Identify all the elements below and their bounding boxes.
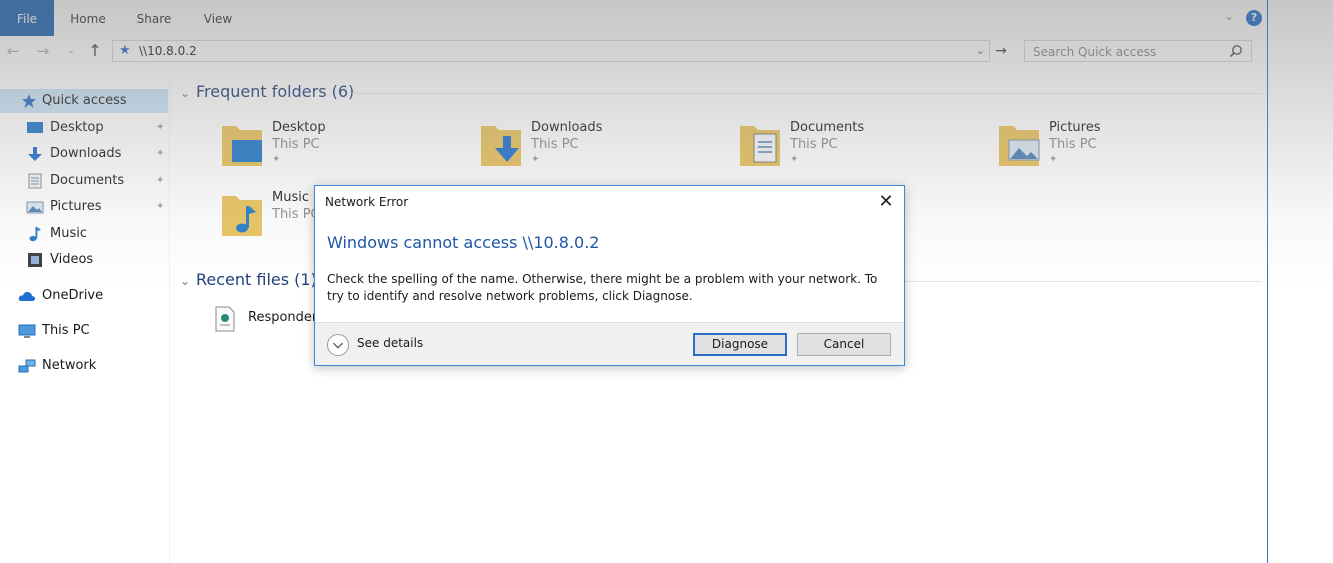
folder-documents[interactable]: Documents This PC ✦ bbox=[738, 120, 968, 180]
cloud-icon bbox=[18, 291, 36, 301]
document-icon bbox=[28, 173, 42, 189]
tab-file[interactable]: File bbox=[0, 0, 54, 36]
navigation-pane: Quick access Desktop ✦ Downloads ✦ Docum… bbox=[0, 80, 170, 563]
search-input[interactable] bbox=[1033, 44, 1223, 59]
sidebar-item-label: OneDrive bbox=[42, 288, 104, 303]
network-error-dialog: Network Error ✕ Windows cannot access \\… bbox=[314, 185, 905, 366]
folder-location: This PC bbox=[272, 207, 320, 222]
chevron-down-icon[interactable] bbox=[327, 334, 349, 356]
sidebar-item-music[interactable]: Music bbox=[26, 222, 168, 246]
recent-files-header[interactable]: ⌄ Recent files (1) bbox=[180, 270, 317, 294]
desktop-icon bbox=[27, 122, 43, 133]
pin-icon: ✦ bbox=[1049, 154, 1058, 165]
dialog-heading: Windows cannot access \\10.8.0.2 bbox=[327, 233, 600, 252]
folder-location: This PC bbox=[790, 137, 838, 152]
section-title: Frequent folders (6) bbox=[196, 82, 355, 101]
collapse-chevron-icon[interactable]: ⌄ bbox=[180, 86, 196, 100]
folder-desktop-icon bbox=[222, 126, 262, 166]
folder-location: This PC bbox=[1049, 137, 1097, 152]
folder-name: Downloads bbox=[531, 120, 603, 135]
up-arrow-icon[interactable]: ↑ bbox=[86, 42, 104, 60]
cancel-button[interactable]: Cancel bbox=[797, 333, 891, 356]
back-arrow-icon[interactable]: ← bbox=[4, 42, 22, 60]
folder-location: This PC bbox=[272, 137, 320, 152]
go-arrow-icon[interactable]: → bbox=[992, 40, 1010, 62]
folder-pictures-icon bbox=[999, 126, 1040, 166]
search-icon[interactable] bbox=[1229, 44, 1243, 58]
video-icon bbox=[28, 253, 42, 267]
pin-icon[interactable]: ✦ bbox=[156, 169, 164, 193]
sidebar-item-this-pc[interactable]: This PC bbox=[18, 319, 168, 343]
tab-home[interactable]: Home bbox=[62, 0, 114, 36]
expand-ribbon-icon[interactable]: ⌄ bbox=[1222, 10, 1236, 24]
sidebar-item-label: Documents bbox=[50, 173, 125, 188]
collapse-chevron-icon[interactable]: ⌄ bbox=[180, 274, 196, 288]
download-icon bbox=[28, 147, 42, 161]
sidebar-item-label: Quick access bbox=[42, 93, 127, 108]
sidebar-item-quick-access[interactable]: Quick access bbox=[0, 89, 168, 113]
sidebar-item-label: Desktop bbox=[50, 120, 104, 135]
dialog-footer: See details Diagnose Cancel bbox=[315, 322, 904, 365]
sidebar-item-downloads[interactable]: Downloads ✦ bbox=[26, 142, 168, 166]
folder-pictures[interactable]: Pictures This PC ✦ bbox=[997, 120, 1227, 180]
star-pin-icon bbox=[22, 94, 36, 108]
sidebar-item-label: Videos bbox=[50, 252, 94, 267]
dialog-message: Check the spelling of the name. Otherwis… bbox=[327, 272, 878, 303]
search-box[interactable] bbox=[1024, 40, 1252, 62]
address-path: \\10.8.0.2 bbox=[139, 44, 197, 58]
section-title: Recent files (1) bbox=[196, 270, 317, 289]
sidebar-item-onedrive[interactable]: OneDrive bbox=[18, 284, 168, 308]
music-icon bbox=[29, 227, 41, 242]
network-icon bbox=[18, 359, 36, 373]
pictures-icon bbox=[26, 201, 44, 214]
sidebar-item-label: Network bbox=[42, 358, 97, 373]
address-bar-row: ← → ⌄ ↑ ★ \\10.8.0.2 ⌄ → bbox=[0, 36, 1267, 66]
tab-view[interactable]: View bbox=[192, 0, 244, 36]
frequent-folders-header[interactable]: ⌄ Frequent folders (6) bbox=[180, 82, 354, 106]
sidebar-item-pictures[interactable]: Pictures ✦ bbox=[26, 195, 168, 219]
dialog-title: Network Error bbox=[325, 195, 409, 209]
folder-music-icon bbox=[222, 196, 262, 236]
close-icon[interactable]: ✕ bbox=[875, 192, 897, 214]
folder-documents-icon bbox=[740, 126, 780, 166]
sidebar-item-videos[interactable]: Videos bbox=[26, 248, 168, 272]
folder-name: Desktop bbox=[272, 120, 326, 135]
sidebar-item-network[interactable]: Network bbox=[18, 354, 168, 378]
address-dropdown-icon[interactable]: ⌄ bbox=[976, 43, 985, 59]
folder-name: Documents bbox=[790, 120, 865, 135]
pin-icon[interactable]: ✦ bbox=[156, 195, 164, 219]
folder-name: Music bbox=[272, 190, 309, 205]
file-icon bbox=[215, 306, 235, 332]
recent-locations-chevron-icon[interactable]: ⌄ bbox=[62, 42, 80, 60]
folder-name: Pictures bbox=[1049, 120, 1101, 135]
pin-icon: ✦ bbox=[272, 154, 281, 165]
file-name: Responder bbox=[248, 310, 318, 325]
address-input[interactable]: ★ \\10.8.0.2 ⌄ bbox=[112, 40, 990, 62]
help-icon[interactable]: ? bbox=[1246, 10, 1262, 26]
pin-icon: ✦ bbox=[531, 154, 540, 165]
folder-downloads[interactable]: Downloads This PC ✦ bbox=[479, 120, 709, 180]
sidebar-item-desktop[interactable]: Desktop ✦ bbox=[26, 116, 168, 140]
quick-access-star-icon: ★ bbox=[119, 43, 131, 58]
pin-icon[interactable]: ✦ bbox=[156, 142, 164, 166]
pin-icon[interactable]: ✦ bbox=[156, 116, 164, 140]
folder-location: This PC bbox=[531, 137, 579, 152]
folder-downloads-icon bbox=[481, 126, 521, 166]
pin-icon: ✦ bbox=[790, 154, 799, 165]
sidebar-item-label: This PC bbox=[42, 323, 90, 338]
sidebar-item-label: Downloads bbox=[50, 146, 122, 161]
sidebar-item-label: Pictures bbox=[50, 199, 102, 214]
see-details-link[interactable]: See details bbox=[357, 336, 423, 350]
forward-arrow-icon[interactable]: → bbox=[34, 42, 52, 60]
folder-desktop[interactable]: Desktop This PC ✦ bbox=[220, 120, 450, 180]
ribbon: File Home Share View ⌄ ? bbox=[0, 0, 1267, 36]
diagnose-button[interactable]: Diagnose bbox=[693, 333, 787, 356]
sidebar-item-label: Music bbox=[50, 226, 87, 241]
computer-icon bbox=[18, 324, 36, 338]
sidebar-item-documents[interactable]: Documents ✦ bbox=[26, 169, 168, 193]
section-divider bbox=[352, 93, 1262, 94]
tab-share[interactable]: Share bbox=[128, 0, 180, 36]
